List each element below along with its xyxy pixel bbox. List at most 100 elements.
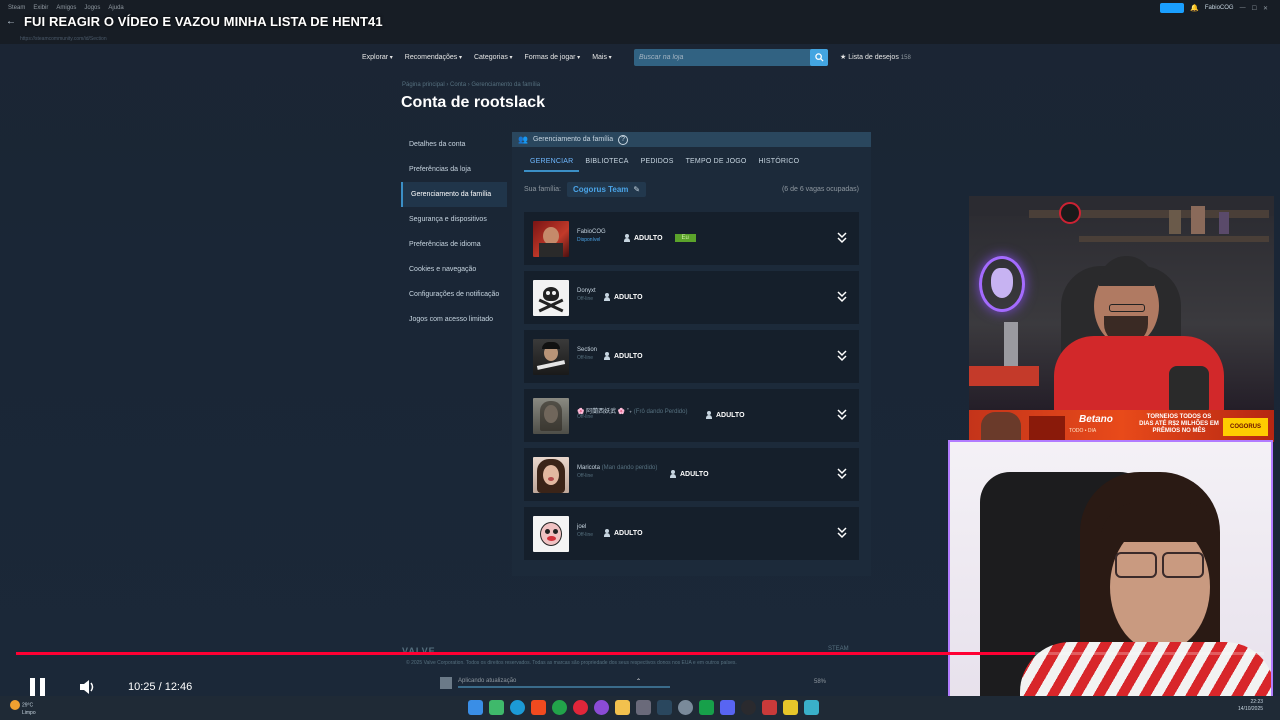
member-row[interactable]: Section Off-line ADULTO <box>524 330 859 383</box>
sidebar-item-store-preferences[interactable]: Preferências da loja <box>401 157 507 182</box>
member-name: Maricota (Man dando perdido) <box>577 465 657 471</box>
firefox-icon[interactable] <box>594 700 609 715</box>
sidebar-item-notifications[interactable]: Configurações de notificação <box>401 282 507 307</box>
discord-icon[interactable] <box>720 700 735 715</box>
notes-icon[interactable] <box>783 700 798 715</box>
member-name: 🌸 阿蘭西妖武 🌸 ˚₊ (Frô dando Perdido) <box>577 406 687 415</box>
profile-menu[interactable]: FabioCOG <box>1205 5 1234 11</box>
app-icon[interactable] <box>762 700 777 715</box>
menu-exibir[interactable]: Exibir <box>33 5 48 11</box>
announce-button[interactable] <box>1160 3 1185 13</box>
store-icon[interactable] <box>636 700 651 715</box>
steam-icon[interactable] <box>657 700 672 715</box>
copyright: © 2025 Valve Corporation. Todos os direi… <box>406 660 737 666</box>
weather-widget[interactable]: 29°C Limpo <box>10 700 36 717</box>
search-button[interactable] <box>810 49 828 66</box>
sidebar-item-cookies[interactable]: Cookies e navegação <box>401 257 507 282</box>
member-row[interactable]: Donyxt Off-line ADULTO <box>524 271 859 324</box>
member-row[interactable]: Maricota (Man dando perdido) Off-line AD… <box>524 448 859 501</box>
tab-historico[interactable]: HISTÓRICO <box>753 155 806 172</box>
system-clock[interactable]: 22:23 14/10/2025 <box>1238 699 1263 713</box>
folder-icon[interactable] <box>615 700 630 715</box>
minimize-icon[interactable]: — <box>1240 5 1246 11</box>
brave-icon[interactable] <box>531 700 546 715</box>
windows-start-icon[interactable] <box>468 700 483 715</box>
sidebar-item-security[interactable]: Segurança e dispositivos <box>401 207 507 232</box>
avatar <box>533 338 569 375</box>
member-role: ADULTO <box>706 411 745 419</box>
update-status: Aplicando atualização ⌃ 58% <box>440 676 826 692</box>
chat-icon[interactable] <box>804 700 819 715</box>
sponsor-promo: TORNEIOS TODOS OS DIAS ATÉ R$2 MILHÕES E… <box>1139 414 1219 434</box>
guest-webcam <box>948 440 1273 705</box>
chevron-up-icon[interactable]: ⌃ <box>636 678 641 685</box>
member-name: FabioCOG <box>577 229 606 235</box>
tab-tempo-de-jogo[interactable]: TEMPO DE JOGO <box>680 155 753 172</box>
star-icon: ★ <box>840 54 847 61</box>
menu-ajuda[interactable]: Ajuda <box>108 5 123 11</box>
member-nickname: (Frô dando Perdido) <box>632 409 688 415</box>
menu-amigos[interactable]: Amigos <box>56 5 76 11</box>
tab-gerenciar[interactable]: GERENCIAR <box>524 155 580 172</box>
member-role: ADULTO Eu <box>624 234 696 242</box>
sidebar-item-limited-games[interactable]: Jogos com acesso limitado <box>401 307 507 332</box>
sidebar-item-language[interactable]: Preferências de idioma <box>401 232 507 257</box>
sidebar-item-account-details[interactable]: Detalhes da conta <box>401 132 507 157</box>
obs-icon[interactable] <box>741 700 756 715</box>
volume-icon[interactable] <box>80 680 96 694</box>
family-tabs: GERENCIAR BIBLIOTECA PEDIDOS TEMPO DE JO… <box>524 155 805 172</box>
pause-button[interactable] <box>30 678 50 696</box>
video-time: 10:25 / 12:46 <box>128 681 193 693</box>
family-slots: (6 de 6 vagas ocupadas) <box>781 186 859 193</box>
chevron-down-icon[interactable] <box>837 291 847 303</box>
streamer-webcam <box>969 196 1274 410</box>
close-icon[interactable]: ✕ <box>1263 5 1268 12</box>
family-name-button[interactable]: Cogorus Team ✎ <box>567 182 647 197</box>
member-row[interactable]: joel Off-line ADULTO <box>524 507 859 560</box>
chevron-down-icon[interactable] <box>837 350 847 362</box>
wishlist-link[interactable]: ★ Lista de desejos 158 <box>840 53 911 61</box>
sidebar-item-family-management[interactable]: Gerenciamento da família <box>401 182 507 207</box>
nav-categorias[interactable]: Categorias <box>474 54 513 61</box>
widgets-icon[interactable] <box>489 700 504 715</box>
member-role-label: ADULTO <box>614 293 643 301</box>
avatar <box>533 220 569 257</box>
nav-recomendacoes[interactable]: Recomendações <box>405 54 462 61</box>
edge-icon[interactable] <box>510 700 525 715</box>
member-row[interactable]: FabioCOG Disponível ADULTO Eu <box>524 212 859 265</box>
member-status: Off-line <box>577 355 594 361</box>
opera-icon[interactable] <box>573 700 588 715</box>
chevron-down-icon[interactable] <box>837 527 847 539</box>
tab-pedidos[interactable]: PEDIDOS <box>635 155 680 172</box>
xbox-icon[interactable] <box>699 700 714 715</box>
search-input[interactable] <box>634 49 810 66</box>
menu-jogos[interactable]: Jogos <box>84 5 100 11</box>
pencil-icon[interactable]: ✎ <box>633 185 640 194</box>
nav-explorar[interactable]: Explorar <box>362 54 393 61</box>
video-frame: Steam Exibir Amigos Jogos Ajuda 🔔 FabioC… <box>0 0 1280 720</box>
chevron-down-icon[interactable] <box>837 468 847 480</box>
breadcrumb[interactable]: Página principal › Conta › Gerenciamento… <box>402 82 540 88</box>
chevron-down-icon[interactable] <box>837 232 847 244</box>
member-status: Off-line <box>577 532 594 538</box>
help-icon[interactable]: ? <box>618 134 629 145</box>
family-name: Cogorus Team <box>573 185 629 194</box>
nav-mais[interactable]: Mais <box>592 54 611 61</box>
menu-steam[interactable]: Steam <box>8 5 25 11</box>
page-title: Conta de rootslack <box>401 94 546 111</box>
tab-biblioteca[interactable]: BIBLIOTECA <box>579 155 634 172</box>
you-badge: Eu <box>674 234 696 242</box>
chrome-icon[interactable] <box>552 700 567 715</box>
maximize-icon[interactable]: ☐ <box>1252 5 1257 12</box>
video-progress-bar[interactable] <box>16 652 1264 655</box>
chevron-down-icon[interactable] <box>837 409 847 421</box>
settings-icon[interactable] <box>678 700 693 715</box>
sponsor-tag: COGORUS <box>1223 418 1268 436</box>
back-arrow-icon[interactable]: ← <box>6 16 16 27</box>
avatar <box>533 456 569 493</box>
nav-formas-de-jogar[interactable]: Formas de jogar <box>525 54 581 61</box>
member-role: ADULTO <box>670 470 709 478</box>
member-row[interactable]: 🌸 阿蘭西妖武 🌸 ˚₊ (Frô dando Perdido) Off-lin… <box>524 389 859 442</box>
search-box <box>634 49 828 66</box>
bell-icon[interactable]: 🔔 <box>1190 4 1199 12</box>
